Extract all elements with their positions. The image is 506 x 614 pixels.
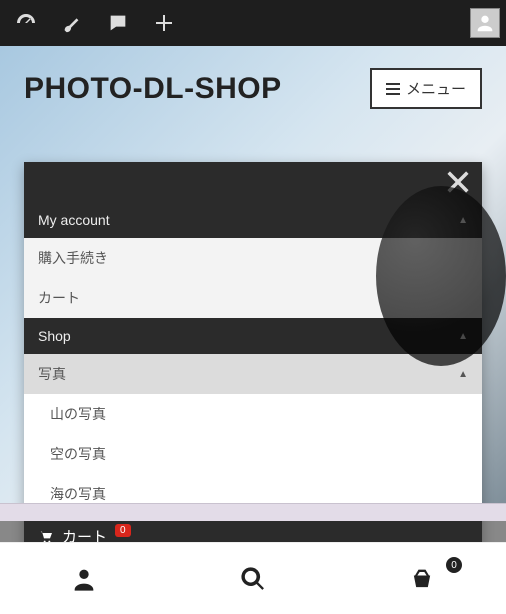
nav-label-cart-page: カート: [38, 288, 80, 308]
admin-bar: [0, 0, 506, 46]
caret-up-icon: ▲: [458, 215, 468, 226]
nav-label-checkout: 購入手続き: [38, 248, 108, 268]
nav-item-cart-page[interactable]: カート: [24, 278, 482, 318]
site-title: PHOTO-DL-SHOP: [24, 72, 282, 106]
hamburger-icon: [386, 83, 400, 95]
nav-item-shop[interactable]: Shop ▲: [24, 318, 482, 354]
nav-item-sky[interactable]: 空の写真: [24, 434, 482, 474]
customize-icon[interactable]: [52, 3, 92, 43]
nav-item-photos[interactable]: 写真 ▲: [24, 354, 482, 394]
user-icon: [70, 565, 98, 593]
search-icon: [239, 565, 267, 593]
nav-label-sea: 海の写真: [50, 484, 106, 504]
close-menu-button[interactable]: [24, 162, 482, 202]
hero: PHOTO-DL-SHOP メニュー My account ▲ 購入手続き カー…: [0, 46, 506, 521]
nav-label-mountain: 山の写真: [50, 404, 106, 424]
tab-search[interactable]: [169, 543, 338, 614]
tab-account[interactable]: [0, 543, 169, 614]
avatar[interactable]: [470, 8, 500, 38]
nav-label-shop: Shop: [38, 328, 71, 344]
menu-toggle-label: メニュー: [406, 78, 466, 99]
tab-cart[interactable]: 0: [337, 543, 506, 614]
dashboard-icon[interactable]: [6, 3, 46, 43]
close-icon: [444, 168, 472, 196]
cart-badge: 0: [115, 524, 131, 537]
nav-item-checkout[interactable]: 購入手続き: [24, 238, 482, 278]
bottom-tabbar: 0: [0, 542, 506, 614]
nav-item-mountain[interactable]: 山の写真: [24, 394, 482, 434]
decorative-strip: [0, 503, 506, 521]
nav-label-photos: 写真: [38, 364, 66, 384]
caret-up-icon: ▲: [458, 331, 468, 342]
cart-icon: [38, 529, 54, 543]
site-header: PHOTO-DL-SHOP メニュー: [0, 46, 506, 119]
comments-icon[interactable]: [98, 3, 138, 43]
nav-item-my-account[interactable]: My account ▲: [24, 202, 482, 238]
nav-label-my-account: My account: [38, 212, 110, 228]
menu-toggle-button[interactable]: メニュー: [370, 68, 482, 109]
add-new-icon[interactable]: [144, 3, 184, 43]
tab-cart-count: 0: [446, 557, 462, 573]
nav-label-cart: カート: [62, 526, 107, 542]
nav-label-sky: 空の写真: [50, 444, 106, 464]
mobile-nav-panel: My account ▲ 購入手続き カート Shop ▲ 写真 ▲ 山の写真 …: [24, 162, 482, 542]
caret-up-icon: ▲: [458, 369, 468, 380]
basket-icon: [408, 565, 436, 593]
